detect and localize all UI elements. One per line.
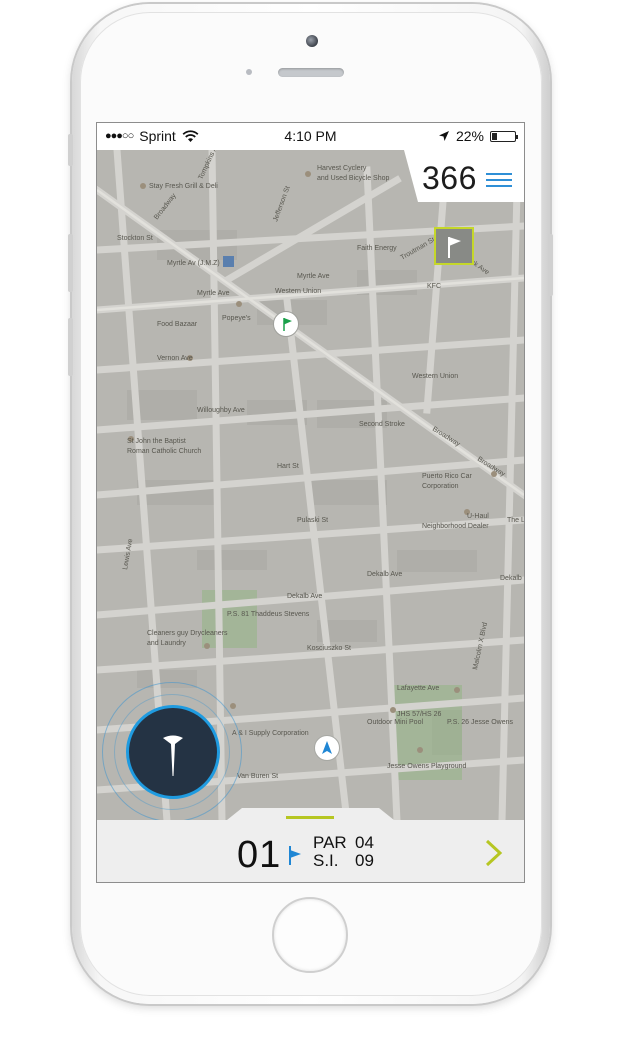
map-label: Western Union xyxy=(412,373,458,380)
stroke-index-value: 09 xyxy=(355,851,374,870)
map-label: Stockton St xyxy=(117,235,153,242)
map-label: JHS 57/HS 26 xyxy=(397,711,441,718)
battery-icon xyxy=(490,130,518,142)
map-label: Dekalb Ave xyxy=(367,571,402,578)
map-label: Kosciuszko St xyxy=(307,645,351,652)
park-area xyxy=(202,590,257,648)
map-label: Harvest Cyclery xyxy=(317,165,367,172)
map-label: and Laundry xyxy=(147,640,186,647)
pin-location-marker[interactable] xyxy=(273,311,299,337)
battery-percent: 22% xyxy=(455,128,484,144)
proximity-sensor xyxy=(246,69,252,75)
map-label: Van Buren St xyxy=(237,773,278,780)
phone-screen: ●●●○○ Sprint 4:10 PM 22% Stay Fresh Gril… xyxy=(96,122,525,883)
map-label: Dekalb xyxy=(500,575,522,582)
green-target-marker[interactable] xyxy=(434,227,474,265)
map-label: Myrtle Ave xyxy=(197,290,230,297)
map-label: Pulaski St xyxy=(297,517,328,524)
golf-tee-icon xyxy=(163,735,183,776)
map-label: Lafayette Ave xyxy=(397,685,439,692)
menu-icon[interactable] xyxy=(486,173,512,187)
map-label: P.S. 26 Jesse Owens xyxy=(447,719,514,726)
map-label: Myrtle Ave xyxy=(297,273,330,280)
map-label: Corporation xyxy=(422,483,459,490)
map-label: Hart St xyxy=(277,463,299,470)
stroke-index-label: S.I. xyxy=(313,851,339,870)
map-label: The Livin xyxy=(507,517,524,524)
map-label: Faith Energy xyxy=(357,245,397,252)
next-hole-chevron-icon[interactable] xyxy=(482,838,506,868)
map-label: A & I Supply Corporation xyxy=(232,730,309,737)
map-label: Neighborhood Dealer xyxy=(422,523,489,530)
navigation-arrow-icon xyxy=(322,741,332,754)
map-label: Willoughby Ave xyxy=(197,407,245,414)
distance-panel[interactable]: 366 xyxy=(404,150,524,202)
tee-shot-button[interactable] xyxy=(126,705,220,799)
map-label: Food Bazaar xyxy=(157,321,198,328)
flag-icon xyxy=(448,237,461,258)
map-label: Western Union xyxy=(275,288,321,295)
earpiece-speaker xyxy=(278,68,344,77)
map-label: Vernon Ave xyxy=(157,355,193,362)
hole-number: 01 xyxy=(237,834,282,876)
subway-icon xyxy=(223,256,234,267)
map-label: Jesse Owens Playground xyxy=(387,763,466,770)
hole-info-bar: 01 PAR 04 S.I. 09 xyxy=(97,808,524,882)
par-value: 04 xyxy=(355,833,374,852)
volume-down-button xyxy=(68,318,73,376)
map-label: Second Stroke xyxy=(359,421,405,428)
status-bar: ●●●○○ Sprint 4:10 PM 22% xyxy=(97,123,524,150)
map-label: Myrtle Av (J.M.Z) xyxy=(167,260,220,267)
distance-value: 366 xyxy=(422,160,477,196)
power-button xyxy=(548,234,553,296)
map-label: St John the Baptist xyxy=(127,438,186,445)
home-button[interactable] xyxy=(272,897,348,973)
map-label: Dekalb Ave xyxy=(287,593,322,600)
map-label: Cleaners guy Drycleaners xyxy=(147,630,228,637)
map-label: Puerto Rico Car xyxy=(422,473,472,480)
map-label: Stay Fresh Grill & Deli xyxy=(149,183,218,190)
volume-up-button xyxy=(68,234,73,292)
battery-level xyxy=(492,132,497,140)
par-label: PAR xyxy=(313,833,347,852)
front-camera xyxy=(306,35,318,47)
map-label: and Used Bicycle Shop xyxy=(317,175,389,182)
map-label: Popeye's xyxy=(222,315,251,322)
location-arrow-icon xyxy=(438,131,449,141)
map-label: Outdoor Mini Pool xyxy=(367,719,423,726)
hole-flag-icon xyxy=(289,846,301,865)
map-label: P.S. 81 Thaddeus Stevens xyxy=(227,611,310,618)
map-label: KFC xyxy=(427,283,441,290)
map-label: U-Haul xyxy=(467,513,489,520)
player-position-marker xyxy=(314,735,340,761)
map-label: Roman Catholic Church xyxy=(127,448,201,455)
hole-bar-bg xyxy=(97,808,524,882)
page-indicator xyxy=(286,816,334,819)
mute-switch xyxy=(68,134,73,166)
pin-flag-icon xyxy=(283,318,292,331)
